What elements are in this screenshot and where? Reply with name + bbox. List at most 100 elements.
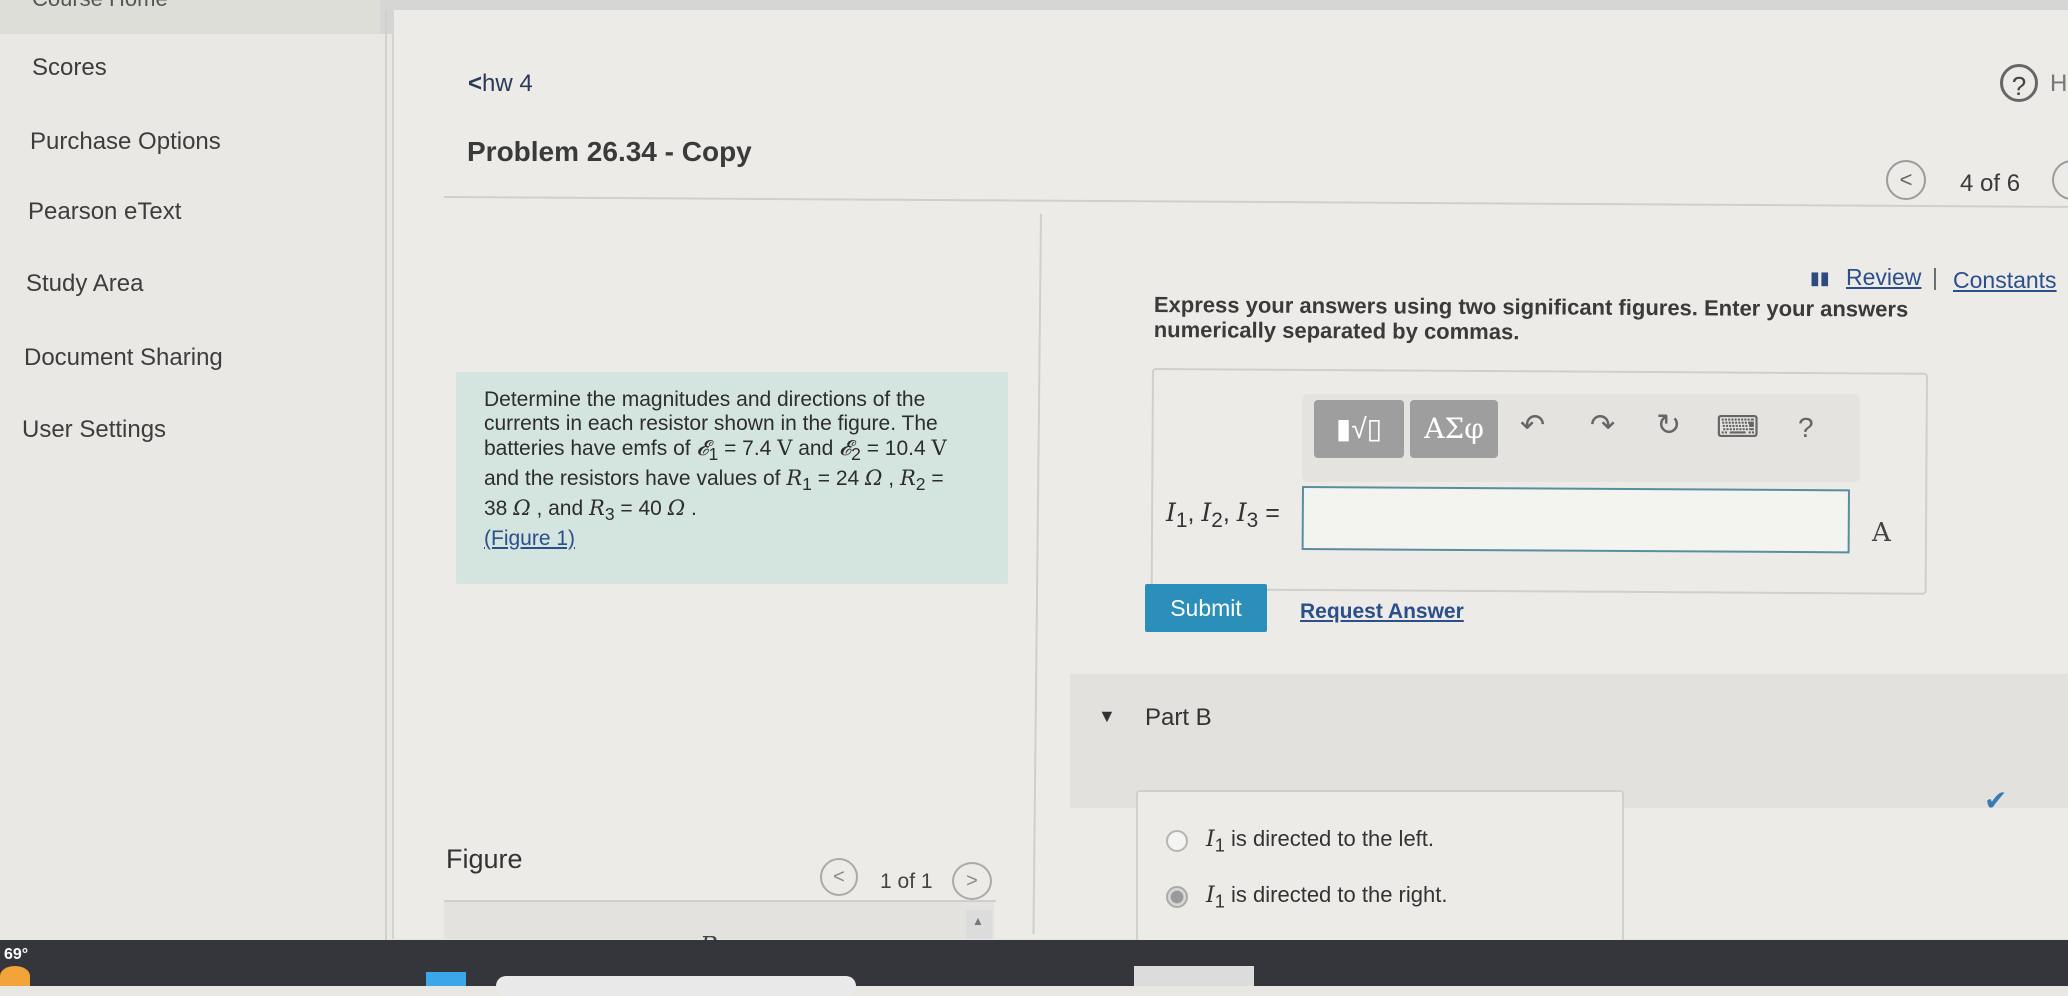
sidebar-item-scores[interactable]: Scores (32, 54, 107, 82)
problem-line: and the resistors have values of R1 = 24… (484, 466, 1004, 496)
windows-start-icon[interactable] (426, 972, 466, 986)
subscript: 1 (1214, 834, 1225, 856)
next-section-strip (1134, 966, 1254, 986)
emf-value: = 7.4 (718, 437, 778, 460)
subscript: 3 (604, 504, 615, 525)
chevron-left-icon: < (468, 70, 483, 97)
current-symbol: I (1166, 498, 1176, 527)
emf-symbol: 𝓔 (696, 436, 709, 460)
answer-input[interactable] (1301, 486, 1850, 554)
page-title: Problem 26.34 - Copy (467, 136, 752, 167)
os-taskbar (0, 940, 2068, 986)
sidebar-item-purchase-options[interactable]: Purchase Options (30, 128, 221, 156)
keyboard-icon[interactable]: ⌨ (1716, 410, 1759, 445)
subscript: 1 (708, 444, 719, 465)
option-left-label[interactable]: I1 is directed to the left. (1206, 826, 1434, 856)
emf-value: = 10.4 (860, 437, 932, 460)
figure-heading: Figure (446, 844, 523, 874)
problem-text-run: batteries have emfs of (484, 437, 697, 460)
resistor-symbol: R (786, 466, 803, 491)
figure-next-button[interactable]: > (952, 862, 992, 900)
sidebar-item-pearson-etext[interactable]: Pearson eText (28, 198, 181, 226)
figure-prev-button[interactable]: < (820, 858, 858, 896)
answer-label: I1, I2, I3 = (1166, 498, 1280, 532)
subscript: 2 (915, 474, 926, 495)
sidebar: Scores Purchase Options Pearson eText St… (0, 34, 394, 939)
sidebar-item-study-area[interactable]: Study Area (26, 270, 143, 298)
problem-pager: 4 of 6 (1960, 170, 2021, 197)
option-text: is directed to the left. (1224, 826, 1435, 851)
unit: V (931, 436, 947, 460)
resistor-value: 38 (484, 497, 514, 521)
course-home-label: Course Home (32, 0, 168, 12)
ohm-symbol: Ω (513, 496, 531, 521)
radio-option-left[interactable] (1166, 830, 1188, 852)
problem-text-run: . (685, 497, 697, 521)
option-text: is directed to the right. (1224, 882, 1448, 907)
reset-icon[interactable]: ↻ (1656, 408, 1681, 443)
unit: V (777, 436, 793, 460)
sidebar-item-document-sharing[interactable]: Document Sharing (24, 344, 223, 372)
subscript: 2 (851, 444, 861, 465)
problem-text-run: and the resistors have values of (484, 467, 787, 491)
taskbar-search[interactable] (496, 976, 856, 996)
request-answer-link[interactable]: Request Answer (1300, 600, 1464, 624)
problem-line: currents in each resistor shown in the f… (484, 412, 938, 435)
emf-symbol: 𝓔 (839, 436, 852, 460)
redo-icon[interactable]: ↷ (1590, 408, 1615, 443)
help-icon[interactable]: ? (2000, 64, 2038, 102)
subscript: 3 (1246, 509, 1259, 532)
sidebar-divider (385, 10, 387, 940)
weather-icon (0, 966, 30, 986)
constants-link[interactable]: Constants (1953, 267, 2057, 294)
subscript: 1 (802, 474, 812, 495)
toolbar-help-icon[interactable]: ? (1798, 412, 1814, 444)
ohm-symbol: Ω (667, 496, 686, 521)
subscript: 1 (1214, 890, 1225, 912)
part-b-title[interactable]: Part B (1145, 704, 1212, 732)
templates-button[interactable]: ▮√▯ (1314, 400, 1404, 458)
help-label-cut: H (2050, 70, 2068, 97)
radio-option-right[interactable] (1166, 886, 1188, 908)
problem-text-run: and (792, 437, 840, 460)
answer-unit: A (1872, 518, 1891, 548)
problem-line: 38 Ω , and R3 = 40 Ω . (484, 496, 1004, 526)
submit-button[interactable]: Submit (1145, 584, 1267, 632)
problem-text-run: , (882, 467, 900, 491)
current-symbol: I (1236, 498, 1247, 527)
figure-1-link[interactable]: (Figure 1) (484, 527, 575, 550)
current-symbol: I (1206, 827, 1215, 852)
resistor-value: = 40 (614, 497, 668, 521)
subscript: 2 (1211, 509, 1223, 532)
resistor-symbol: R (589, 496, 605, 521)
ohm-symbol: Ω (865, 466, 883, 491)
problem-line: batteries have emfs of 𝓔1 = 7.4 V and 𝓔2… (484, 436, 1004, 466)
back-to-assignment-link[interactable]: <hw 4 (468, 70, 533, 98)
resistor-value: = 24 (811, 467, 866, 491)
figure-pager: 1 of 1 (880, 870, 933, 893)
problem-statement: Determine the magnitudes and directions … (484, 388, 1004, 551)
problem-text-run: = (925, 467, 944, 491)
course-home-tab[interactable]: Course Home (0, 0, 380, 38)
option-right-label[interactable]: I1 is directed to the right. (1206, 882, 1447, 912)
sidebar-item-user-settings[interactable]: User Settings (22, 416, 166, 444)
problem-line: Determine the magnitudes and directions … (484, 388, 926, 411)
previous-problem-button[interactable]: < (1886, 160, 1926, 200)
back-link-label: hw 4 (482, 70, 533, 97)
problem-text-run: , and (530, 497, 590, 521)
greek-symbols-button[interactable]: ΑΣφ (1410, 400, 1498, 458)
subscript: 1 (1175, 509, 1188, 532)
current-symbol: I (1201, 498, 1212, 527)
link-separator: | (1932, 264, 1938, 290)
review-link[interactable]: Review (1846, 264, 1921, 291)
resistor-symbol: R (899, 466, 916, 491)
checkmark-icon: ✔ (1984, 785, 2008, 816)
scroll-up-icon[interactable]: ▲ (972, 914, 984, 928)
caret-down-icon[interactable]: ▼ (1098, 706, 1116, 727)
part-b-header[interactable] (1070, 674, 2068, 808)
weather-temperature[interactable]: 69° (4, 946, 28, 964)
undo-icon[interactable]: ↶ (1520, 408, 1545, 443)
book-icon: ▮▮ (1810, 268, 1830, 288)
part-a-instructions: Express your answers using two significa… (1153, 292, 1909, 345)
current-symbol: I (1206, 883, 1215, 908)
